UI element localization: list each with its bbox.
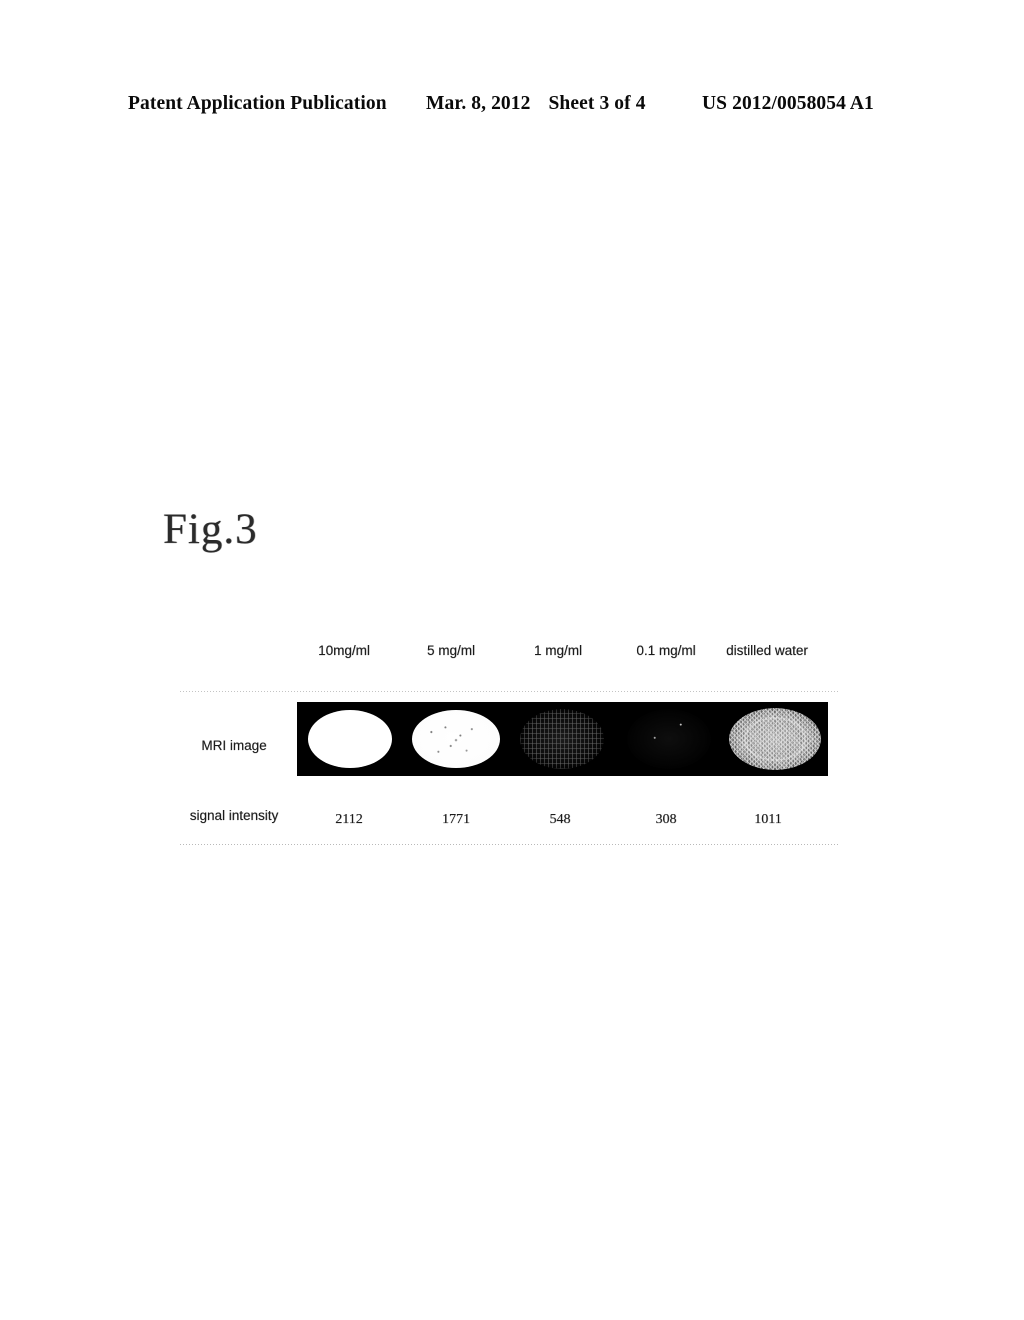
- mri-ellipse-1mgml: [520, 709, 605, 769]
- publication-title: Patent Application Publication: [128, 93, 387, 114]
- column-header-0-1mgml: 0.1 mg/ml: [636, 643, 696, 658]
- figure-3-block: 10mg/ml 5 mg/ml 1 mg/ml 0.1 mg/ml distil…: [178, 630, 838, 855]
- column-header-5mgml: 5 mg/ml: [426, 643, 475, 658]
- mri-cell-0-1mgml: [616, 702, 722, 776]
- mri-cell-10mgml: [297, 702, 403, 776]
- column-header-10mgml: 10mg/ml: [318, 643, 370, 658]
- mri-cell-distilled-water: [722, 702, 828, 776]
- mri-image-strip: [297, 702, 828, 776]
- mri-ellipse-5mgml: [412, 710, 501, 768]
- mri-ellipse-10mgml: [308, 710, 393, 768]
- publication-date: Mar. 8, 2012: [426, 93, 531, 114]
- mri-ellipse-distilled-water: [728, 708, 821, 770]
- table-top-rule: [180, 691, 838, 692]
- column-header-row: 10mg/ml 5 mg/ml 1 mg/ml 0.1 mg/ml distil…: [178, 638, 838, 664]
- publication-date-sheet: Mar. 8, 2012 Sheet 3 of 4: [426, 93, 646, 115]
- figure-label: Fig.3: [163, 506, 258, 553]
- mri-ellipse-0-1mgml: [626, 709, 711, 769]
- mri-cell-1mgml: [509, 702, 615, 776]
- sheet-number: Sheet 3 of 4: [548, 93, 646, 114]
- row-label-mri-image: MRI image: [201, 738, 267, 753]
- signal-intensity-row: 2112 1771 548 308 1011: [178, 808, 838, 832]
- mri-cell-5mgml: [403, 702, 509, 776]
- signal-intensity-distilled-water: 1011: [754, 812, 782, 827]
- patent-number: US 2012/0058054 A1: [702, 93, 874, 114]
- page-header: Patent Application Publication Mar. 8, 2…: [0, 88, 1024, 120]
- signal-intensity-5mgml: 1771: [442, 812, 470, 827]
- column-header-1mgml: 1 mg/ml: [533, 643, 582, 658]
- table-bottom-rule: [180, 844, 838, 845]
- column-header-distilled-water: distilled water: [726, 643, 808, 658]
- signal-intensity-10mgml: 2112: [335, 812, 363, 827]
- signal-intensity-1mgml: 548: [549, 812, 571, 827]
- signal-intensity-0-1mgml: 308: [655, 812, 677, 827]
